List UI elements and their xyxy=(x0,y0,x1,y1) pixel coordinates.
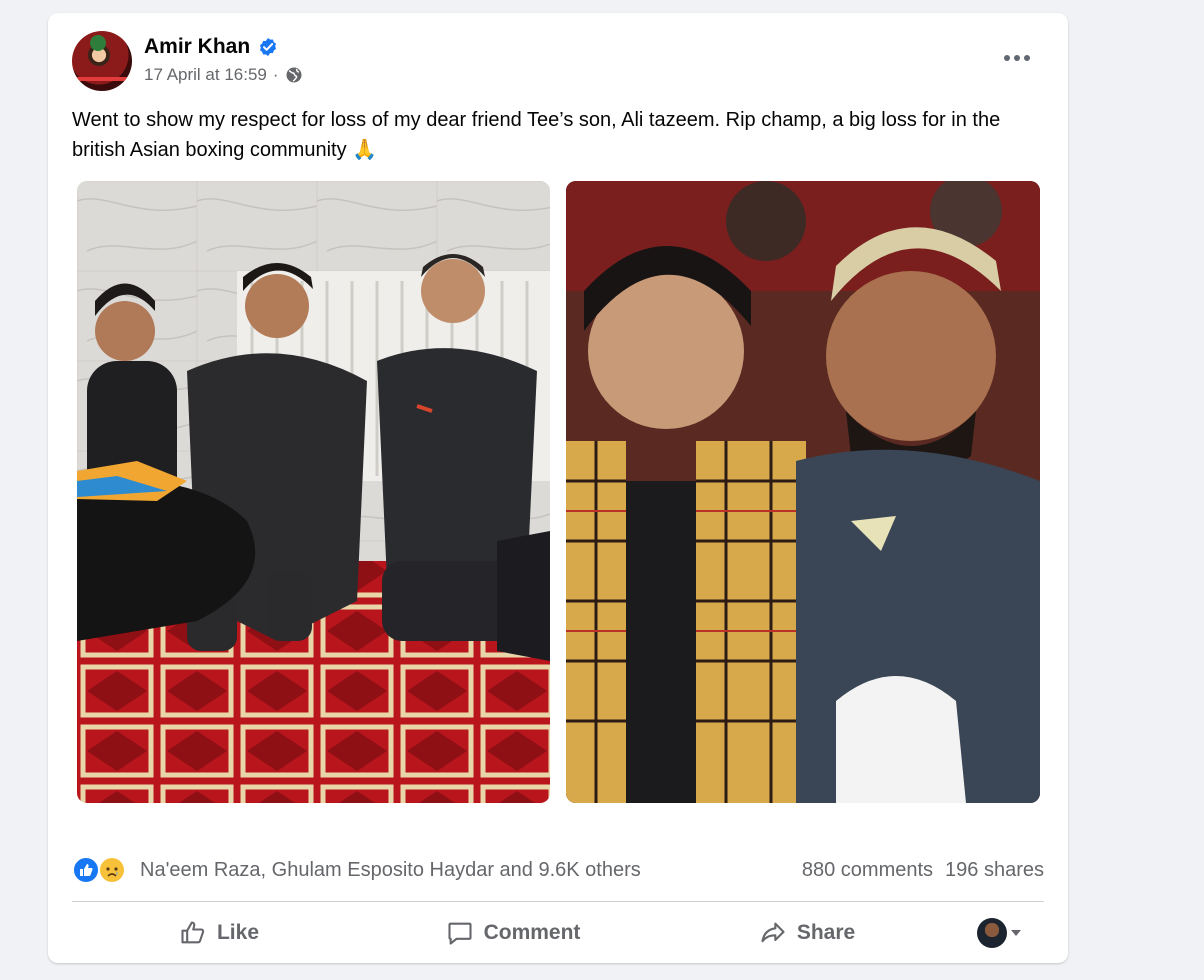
photo-left-illustration xyxy=(77,181,550,803)
meta-separator: · xyxy=(272,65,279,84)
photo-right[interactable] xyxy=(566,181,1040,803)
share-icon xyxy=(761,922,785,943)
comment-label: Comment xyxy=(483,921,581,944)
actions-divider xyxy=(72,901,1044,902)
reaction-icons xyxy=(72,855,130,885)
verified-badge-icon xyxy=(260,38,277,56)
reaction-profile-switcher[interactable] xyxy=(954,918,1044,948)
comments-count[interactable]: 880 comments xyxy=(802,859,933,882)
globe-icon xyxy=(286,67,302,83)
comment-icon xyxy=(448,922,472,945)
post-stats: Na'eem Raza, Ghulam Esposito Haydar and … xyxy=(72,855,1044,885)
dot xyxy=(1014,55,1020,61)
post-card: Amir Khan 17 April at 16:59 · Went to sh… xyxy=(48,13,1068,963)
reactors-text[interactable]: Na'eem Raza, Ghulam Esposito Haydar and … xyxy=(140,859,641,882)
share-label: Share xyxy=(796,921,856,944)
photo-right-illustration xyxy=(566,181,1040,803)
avatar-ring-shape xyxy=(72,77,132,81)
post-timestamp[interactable]: 17 April at 16:59 xyxy=(144,65,267,85)
thumbs-up-icon xyxy=(181,921,205,944)
author-row: Amir Khan xyxy=(144,35,278,59)
engagement-counts: 880 comments 196 shares xyxy=(802,859,1044,882)
dot xyxy=(1004,55,1010,61)
author-name[interactable]: Amir Khan xyxy=(144,35,250,59)
like-label: Like xyxy=(216,921,260,944)
post-meta: 17 April at 16:59 · xyxy=(144,65,303,85)
share-button[interactable]: Share xyxy=(660,911,954,955)
action-bar: Like Comment Share xyxy=(72,911,1044,955)
reactions-summary[interactable]: Na'eem Raza, Ghulam Esposito Haydar and … xyxy=(72,855,641,885)
dot xyxy=(1024,55,1030,61)
author-avatar[interactable] xyxy=(72,31,132,91)
shares-count[interactable]: 196 shares xyxy=(945,859,1044,882)
mini-avatar xyxy=(977,918,1007,948)
avatar-glove-shape xyxy=(90,35,106,51)
comment-button[interactable]: Comment xyxy=(366,911,660,955)
photo-left[interactable] xyxy=(77,181,550,803)
post-text: Went to show my respect for loss of my d… xyxy=(72,109,1001,161)
like-reaction-icon xyxy=(72,856,100,884)
like-button[interactable]: Like xyxy=(72,911,366,955)
sad-reaction-icon xyxy=(98,856,126,884)
chevron-down-icon xyxy=(1011,930,1021,936)
more-options-icon[interactable] xyxy=(1002,49,1032,67)
